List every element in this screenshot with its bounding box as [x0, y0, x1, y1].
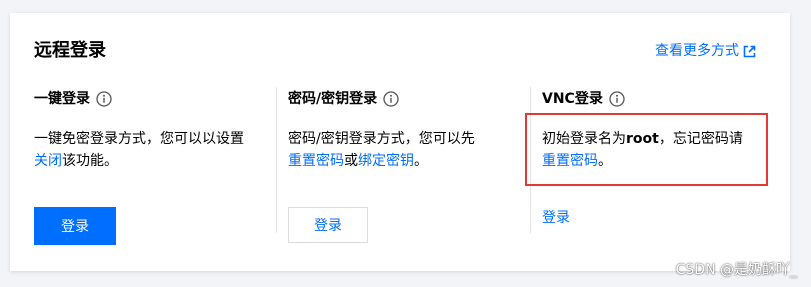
info-circle-icon[interactable] — [383, 91, 399, 107]
watermark: CSDN @是奶酥吖_ — [675, 262, 797, 278]
method-password-key: 密码/密钥登录 密码/密钥登录方式，您可以先 重置密码或绑定密钥。 登录 — [288, 89, 518, 243]
more-methods-link[interactable]: 查看更多方式 — [655, 41, 756, 61]
password-login-button[interactable]: 登录 — [288, 207, 368, 243]
method-title: VNC登录 — [542, 91, 603, 107]
card-title: 远程登录 — [34, 40, 106, 61]
method-description: 密码/密钥登录方式，您可以先 重置密码或绑定密钥。 — [288, 131, 475, 169]
column-divider — [530, 87, 531, 233]
method-title: 密码/密钥登录 — [288, 91, 378, 107]
reset-password-link[interactable]: 重置密码 — [542, 153, 598, 169]
more-methods-label: 查看更多方式 — [655, 43, 739, 59]
vnc-username: root — [626, 131, 659, 147]
method-description: 一键免密登录方式，您可以以设置 关闭该功能。 — [34, 131, 244, 169]
bind-key-link[interactable]: 绑定密钥 — [358, 153, 414, 169]
reset-password-link[interactable]: 重置密码 — [288, 153, 344, 169]
disable-link[interactable]: 关闭 — [34, 153, 62, 169]
method-header: 密码/密钥登录 — [288, 89, 518, 109]
one-click-login-button[interactable]: 登录 — [34, 207, 116, 245]
method-header: VNC登录 — [542, 89, 772, 109]
column-divider — [276, 87, 277, 233]
method-description: 初始登录名为root，忘记密码请 重置密码。 — [542, 131, 743, 169]
method-vnc: VNC登录 初始登录名为root，忘记密码请 重置密码。 登录 — [542, 89, 772, 226]
info-circle-icon[interactable] — [96, 91, 112, 107]
method-header: 一键登录 — [34, 89, 264, 109]
remote-login-card: 远程登录 查看更多方式 一键登录 一键免密登录方式，您可以以设置 关闭该功能。 … — [10, 13, 790, 271]
vnc-login-link[interactable]: 登录 — [542, 208, 570, 228]
method-title: 一键登录 — [34, 91, 90, 107]
method-one-click: 一键登录 一键免密登录方式，您可以以设置 关闭该功能。 登录 — [34, 89, 264, 245]
external-link-icon — [743, 45, 756, 57]
info-circle-icon[interactable] — [609, 91, 625, 107]
